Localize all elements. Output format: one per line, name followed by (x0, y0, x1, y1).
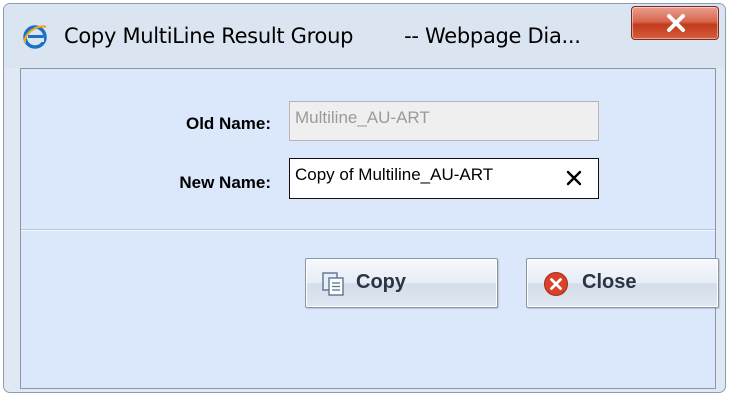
new-name-label: New Name: (179, 173, 271, 192)
close-icon (667, 14, 685, 32)
copy-button[interactable]: Copy (305, 258, 498, 308)
new-name-input[interactable]: Copy of Multiline_AU-ART (289, 158, 599, 199)
ie-icon (22, 23, 48, 49)
dialog-content: Old Name: Multiline_AU-ART New Name: Cop… (20, 68, 719, 389)
close-circle-icon (543, 271, 569, 297)
dialog-window: Copy MultiLine Result Group -- Webpage D… (3, 3, 726, 393)
old-name-field: Multiline_AU-ART (289, 101, 599, 141)
title-bar[interactable]: Copy MultiLine Result Group -- Webpage D… (4, 4, 725, 68)
section-divider (21, 229, 715, 231)
copy-button-label: Copy (356, 271, 406, 293)
old-name-label: Old Name: (185, 114, 271, 133)
window-close-button[interactable] (631, 6, 719, 40)
copy-icon (320, 271, 346, 297)
close-button-label: Close (582, 271, 637, 293)
clear-icon[interactable] (565, 169, 583, 187)
window-title: Copy MultiLine Result Group -- Webpage D… (64, 24, 581, 48)
close-button[interactable]: Close (526, 258, 719, 308)
